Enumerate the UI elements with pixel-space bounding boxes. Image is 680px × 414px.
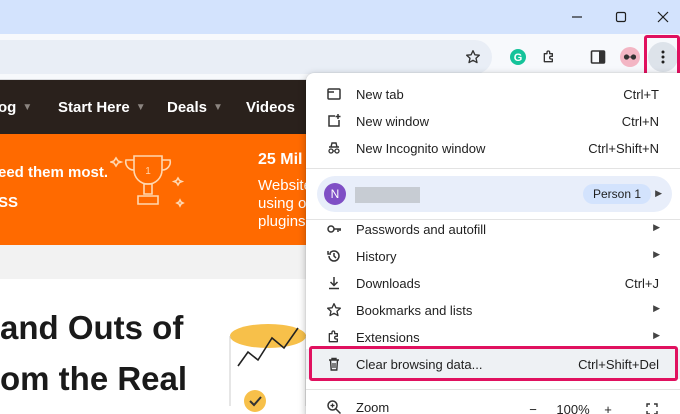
download-icon [326,275,342,291]
chevron-down-icon: ▼ [135,101,146,113]
chevron-right-icon: ▶ [655,188,662,198]
banner-text-line2: SS [0,194,19,211]
nav-item-videos[interactable]: Videos [246,80,295,134]
chevron-right-icon: ▶ [653,249,660,259]
extension-icon [326,329,342,345]
avatar: N [324,183,346,205]
nav-item-deals[interactable]: Deals ▼ [167,80,223,134]
profile-chip: Person 1 [583,184,652,204]
menu-button-highlight [644,35,680,76]
banner-stat-line: plugins [258,213,306,230]
redacted-profile-name [355,187,420,203]
key-icon [326,221,342,237]
menu-item-history[interactable]: History ▶ [306,243,680,270]
menu-item-bookmarks[interactable]: Bookmarks and lists ▶ [306,297,680,324]
chevron-right-icon: ▶ [653,330,660,340]
zoom-level: 100% [556,401,590,414]
address-bar[interactable] [0,40,492,74]
incognito-icon [326,140,342,156]
menu-item-label: Downloads [356,276,421,291]
menu-item-label: History [356,249,397,264]
banner-stat-line: Website [258,177,312,194]
clear-browsing-data-highlight [309,346,678,381]
history-icon [326,248,342,264]
star-icon[interactable] [458,42,488,72]
minimize-icon[interactable] [554,0,600,34]
menu-divider [306,168,680,169]
svg-text:1: 1 [145,166,151,177]
menu-item-label: Extensions [356,330,420,345]
menu-item-label: Passwords and autofill [356,222,487,237]
nav-item-label: Videos [246,98,295,116]
zoom-in-button[interactable]: + [596,399,620,414]
menu-item-shortcut: Ctrl+T [623,87,659,102]
article-headline-line1: and Outs of [0,309,184,346]
chart-illustration [228,296,308,414]
chevron-right-icon: ▶ [653,222,660,232]
menu-item-label: Zoom [356,400,390,414]
menu-item-zoom: Zoom − 100% + [306,394,680,414]
nav-item-label: Deals [167,98,208,116]
banner-text-line1: eed them most. [0,164,109,181]
extensions-puzzle-icon[interactable] [534,42,564,72]
bookmark-star-icon [326,302,342,318]
menu-item-shortcut: Ctrl+J [624,276,659,291]
maximize-icon[interactable] [598,0,644,34]
chevron-down-icon: ▼ [213,101,223,113]
browser-window: G og ▼ Start Here ▼ Deals ▼ Videos eed them… [0,0,680,414]
menu-item-shortcut: Ctrl+N [621,114,659,129]
menu-item-label: New tab [356,87,404,102]
new-window-icon [326,113,342,129]
profile-avatar-icon[interactable] [615,42,645,72]
zoom-magnifier-icon [326,399,342,414]
nav-item-label: og [0,98,17,116]
article-headline-line2: om the Real [0,360,188,397]
menu-item-new-incognito[interactable]: New Incognito window Ctrl+Shift+N [306,135,680,162]
side-panel-icon[interactable] [583,42,613,72]
title-bar [0,0,680,34]
svg-text:G: G [514,52,523,64]
nav-item-start-here[interactable]: Start Here ▼ [58,80,146,134]
menu-item-label: Bookmarks and lists [356,303,473,318]
close-icon[interactable] [640,0,680,34]
menu-divider [306,389,680,390]
menu-item-label: New Incognito window [356,141,486,156]
chevron-down-icon: ▼ [22,101,33,113]
trophy-icon: 1 [108,148,190,228]
grammarly-icon[interactable]: G [503,42,533,72]
menu-item-downloads[interactable]: Downloads Ctrl+J [306,270,680,297]
banner-stat-title: 25 Mil [258,151,303,168]
banner-stat-line: using o [258,195,307,212]
menu-item-new-tab[interactable]: New tab Ctrl+T [306,81,680,108]
nav-item-blog[interactable]: og ▼ [0,80,32,134]
chevron-right-icon: ▶ [653,303,660,313]
menu-profile-row[interactable]: N Person 1 ▶ [317,176,672,212]
nav-item-label: Start Here [58,98,130,116]
menu-item-shortcut: Ctrl+Shift+N [588,141,659,156]
menu-item-passwords[interactable]: Passwords and autofill ▶ [306,216,680,243]
menu-item-new-window[interactable]: New window Ctrl+N [306,108,680,135]
fullscreen-icon[interactable] [642,399,662,414]
menu-item-label: New window [356,114,429,129]
zoom-out-button[interactable]: − [520,399,546,414]
new-tab-icon [326,86,342,102]
